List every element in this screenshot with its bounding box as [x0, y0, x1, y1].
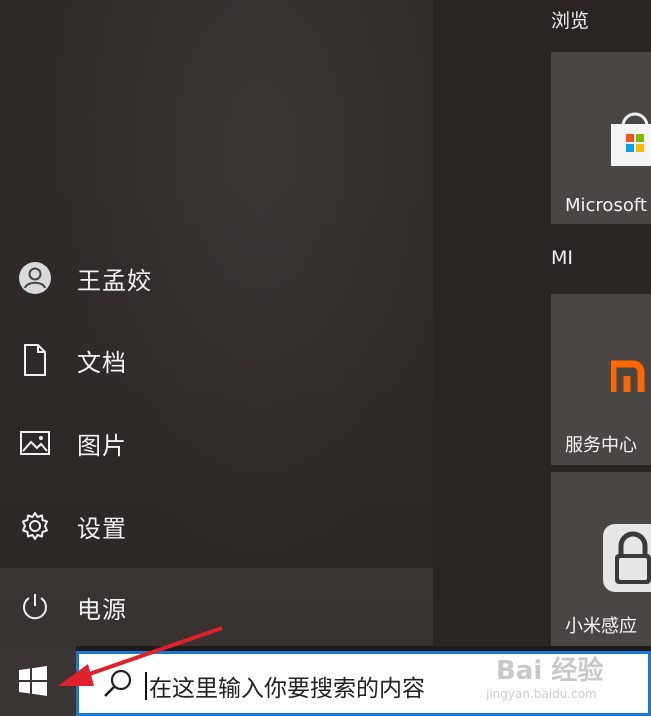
document-icon: [17, 342, 53, 378]
tile-label-microsoft: Microsoft: [565, 195, 647, 216]
user-avatar-icon: [17, 260, 53, 296]
tile-group-title-mi: MI: [551, 247, 573, 269]
watermark-text: Bai 经验: [496, 656, 604, 686]
watermark: Bai 经验 jingyan.baidu.com: [468, 632, 651, 716]
watermark-sub: jingyan.baidu.com: [486, 687, 597, 701]
start-item-user[interactable]: 王孟姣: [0, 238, 433, 318]
documents-label: 文档: [77, 348, 127, 377]
user-name-label: 王孟姣: [77, 266, 152, 295]
start-item-documents[interactable]: 文档: [0, 320, 433, 400]
store-icon: [609, 112, 651, 172]
lock-icon: [603, 524, 651, 596]
gear-icon: [17, 508, 53, 544]
start-menu-left-pane: 王孟姣 文档 图片 设置 电源: [0, 0, 433, 646]
tile-label-service-center: 服务中心: [565, 435, 637, 456]
pictures-icon: [17, 425, 53, 461]
start-item-settings[interactable]: 设置: [0, 486, 433, 566]
tile-group-title-browse: 浏览: [551, 10, 590, 32]
start-menu-screen: 王孟姣 文档 图片 设置 电源 浏览 Microsoft MI 服务中心 小米感…: [0, 0, 651, 716]
tile-service-center[interactable]: 服务中心: [551, 294, 651, 465]
start-item-pictures[interactable]: 图片: [0, 403, 433, 483]
settings-label: 设置: [77, 514, 127, 543]
tile-mi-sensor[interactable]: 小米感应: [551, 472, 651, 646]
annotation-arrow: [58, 626, 223, 686]
tile-microsoft-store[interactable]: Microsoft: [551, 52, 651, 224]
pictures-label: 图片: [77, 431, 127, 460]
mi-logo-icon: [609, 360, 651, 398]
